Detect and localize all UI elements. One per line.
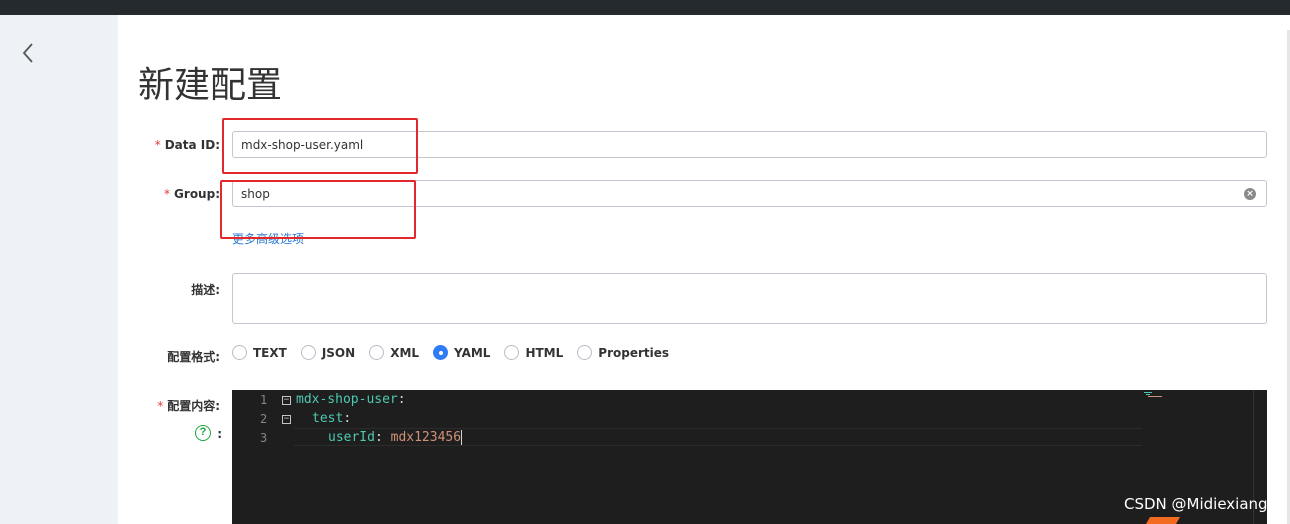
yaml-separator: :	[374, 430, 391, 445]
code-line: userId: mdx123456	[328, 430, 463, 445]
format-radio-group: TEXT JSON XML YAML HTML Properties	[232, 345, 683, 360]
radio-circle-icon	[504, 345, 520, 360]
description-label: 描述:	[191, 283, 220, 297]
yaml-separator: :	[397, 392, 406, 407]
page-title: 新建配置	[138, 65, 283, 106]
required-mark: *	[157, 399, 164, 413]
text-cursor	[461, 430, 463, 445]
watermark: CSDN @Midiexiang_	[1124, 495, 1276, 513]
help-circle-icon[interactable]: ?	[195, 425, 211, 441]
format-radio-json[interactable]: JSON	[300, 345, 356, 360]
advanced-options-link[interactable]: 更多高级选项	[232, 230, 304, 247]
line-number: 3	[260, 431, 268, 445]
code-line: test:	[312, 411, 351, 426]
top-bar	[0, 0, 1290, 15]
radio-circle-icon	[300, 345, 316, 360]
code-editor[interactable]: 1 − mdx-shop-user: 2 − test: 3 userId: mdx12345…	[232, 390, 1267, 524]
yaml-key: test	[312, 411, 344, 426]
radio-label: TEXT	[253, 345, 287, 360]
fold-toggle-icon[interactable]: −	[282, 415, 291, 424]
help-colon: :	[217, 427, 222, 441]
clear-circle-icon[interactable]: ×	[1244, 188, 1256, 200]
line-number: 1	[260, 393, 268, 407]
yaml-key: userId	[328, 430, 375, 445]
group-value: shop	[241, 186, 270, 201]
radio-circle-icon	[232, 345, 247, 360]
back-chevron-icon[interactable]	[18, 40, 40, 66]
code-line: mdx-shop-user:	[296, 392, 406, 407]
yaml-key: mdx-shop-user	[296, 392, 398, 407]
corner-decoration	[1145, 517, 1181, 524]
yaml-separator: :	[343, 411, 352, 426]
data-id-input[interactable]: mdx-shop-user.yaml	[232, 131, 1267, 158]
format-radio-text[interactable]: TEXT	[232, 345, 287, 360]
radio-circle-icon	[369, 345, 385, 360]
yaml-value: mdx123456	[390, 430, 462, 445]
format-radio-yaml[interactable]: YAML	[433, 345, 490, 360]
data-id-label: * Data ID:	[140, 138, 220, 152]
group-input[interactable]: shop ×	[232, 180, 1267, 207]
radio-label: YAML	[454, 345, 491, 360]
format-radio-properties[interactable]: Properties	[577, 345, 669, 360]
content-label-text: 配置内容:	[167, 399, 220, 413]
minimap	[1144, 392, 1162, 397]
required-mark: *	[154, 138, 161, 152]
format-radio-html[interactable]: HTML	[504, 345, 563, 360]
editor-gutter	[232, 390, 292, 524]
data-id-label-text: Data ID:	[164, 138, 220, 152]
radio-label: Properties	[598, 345, 670, 360]
line-number: 2	[260, 412, 268, 426]
radio-circle-icon	[577, 345, 593, 360]
group-label-text: Group:	[174, 187, 220, 201]
left-panel	[0, 15, 118, 524]
content-label: * 配置内容:	[140, 397, 220, 414]
description-textarea[interactable]	[232, 273, 1267, 324]
required-mark: *	[164, 187, 171, 201]
data-id-value: mdx-shop-user.yaml	[241, 137, 364, 152]
radio-label: XML	[390, 345, 420, 360]
radio-label: HTML	[525, 345, 564, 360]
radio-label: JSON	[321, 345, 356, 360]
radio-circle-icon	[433, 345, 449, 360]
format-radio-xml[interactable]: XML	[369, 345, 419, 360]
fold-toggle-icon[interactable]: −	[282, 396, 291, 405]
format-label: 配置格式:	[167, 350, 220, 364]
group-label: * Group:	[140, 187, 220, 201]
